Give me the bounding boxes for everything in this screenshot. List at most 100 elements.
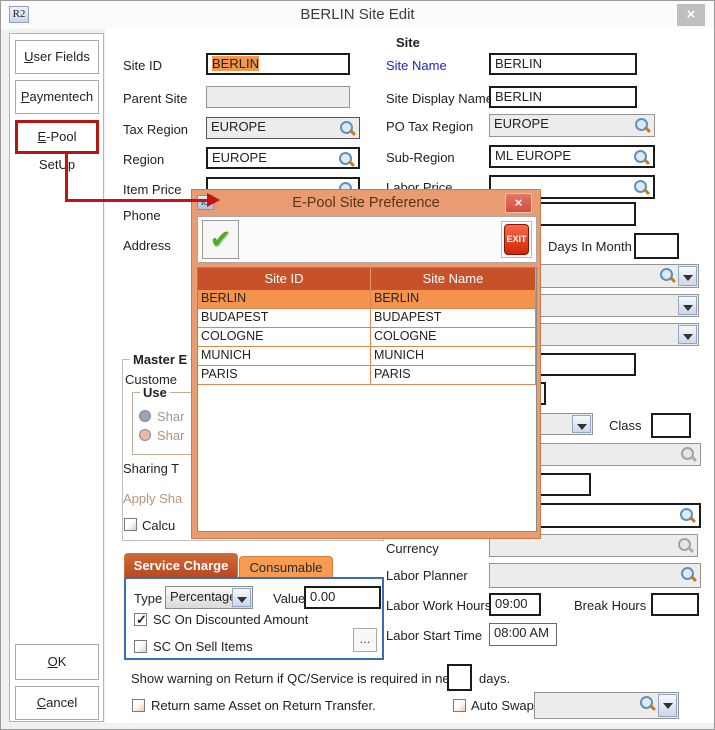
table-row[interactable]: COLOGNE COLOGNE — [198, 328, 536, 347]
search-icon — [680, 446, 697, 463]
warning-days-input[interactable] — [447, 664, 472, 691]
site-name-input[interactable]: BERLIN — [489, 53, 637, 75]
exit-button[interactable]: EXIT — [501, 221, 532, 258]
calculate-checkbox[interactable] — [124, 518, 137, 531]
parent-site-label: Parent Site — [123, 91, 187, 106]
site-name-cell: BERLIN — [371, 290, 536, 308]
chevron-down-icon[interactable] — [572, 415, 591, 433]
labor-start-time-label: Labor Start Time — [386, 628, 482, 643]
search-icon[interactable] — [639, 695, 656, 712]
close-icon[interactable]: × — [677, 4, 705, 26]
address-label: Address — [123, 238, 171, 253]
tax-region-label: Tax Region — [123, 122, 188, 137]
more-options-button[interactable]: ... — [353, 628, 377, 652]
labor-planner-label: Labor Planner — [386, 568, 468, 583]
table-header-row: Site ID Site Name — [198, 268, 536, 290]
popup-close-icon[interactable]: × — [505, 193, 532, 213]
share-radio-2[interactable] — [139, 429, 151, 441]
search-icon[interactable] — [633, 149, 650, 166]
share-radio-1-label: Shar — [157, 409, 184, 424]
search-icon[interactable] — [634, 117, 651, 134]
tab-service-charge[interactable]: Service Charge — [124, 553, 238, 578]
region-label: Region — [123, 152, 164, 167]
cancel-button[interactable]: Cancel — [15, 686, 99, 720]
tax-region-input[interactable]: EUROPE — [206, 117, 360, 139]
tab-consumable[interactable]: Consumable — [239, 556, 333, 578]
site-name-column-header[interactable]: Site Name — [371, 268, 536, 290]
sc-sell-items-checkbox[interactable] — [134, 640, 147, 653]
labor-planner-input[interactable] — [489, 563, 701, 588]
parent-site-input[interactable] — [206, 86, 350, 108]
days-in-month-label: Days In Month — [548, 239, 632, 254]
paymentech-label: aymentech — [30, 89, 94, 104]
ok-label: K — [58, 654, 67, 669]
table-row[interactable]: BUDAPEST BUDAPEST — [198, 309, 536, 328]
search-icon[interactable] — [679, 507, 696, 524]
value-label: Value — [273, 591, 305, 606]
site-id-column-header[interactable]: Site ID — [198, 268, 371, 290]
return-same-asset-checkbox[interactable] — [132, 699, 145, 712]
user-fields-button[interactable]: User Fields — [15, 40, 99, 74]
chevron-down-icon[interactable] — [658, 694, 677, 717]
sub-region-input[interactable]: ML EUROPE — [489, 145, 655, 168]
chevron-down-icon[interactable] — [678, 296, 697, 315]
labor-work-hours-input[interactable]: 09:00 — [489, 593, 541, 616]
site-edit-window: R2 BERLIN Site Edit × User Fields Paymen… — [0, 0, 715, 730]
epool-setup-button[interactable]: E-Pool SetUp — [15, 120, 99, 154]
search-icon[interactable] — [633, 179, 650, 196]
labor-work-hours-value: 09:00 — [495, 596, 528, 611]
sub-region-label: Sub-Region — [386, 150, 455, 165]
accept-button[interactable]: ✔ — [202, 220, 239, 259]
table-row[interactable]: MUNICH MUNICH — [198, 347, 536, 366]
break-hours-input[interactable] — [651, 593, 699, 616]
annotation-arrow-line — [65, 199, 209, 202]
site-id-value: BERLIN — [212, 56, 259, 71]
region-value: EUROPE — [212, 150, 267, 165]
sidebar-panel: User Fields Paymentech E-Pool SetUp OK C… — [9, 33, 104, 722]
site-table: Site ID Site Name BERLIN BERLIN BUDAPEST… — [197, 267, 537, 532]
chevron-down-icon[interactable] — [232, 588, 251, 607]
phone-label: Phone — [123, 208, 161, 223]
table-row[interactable]: BERLIN BERLIN — [198, 290, 536, 309]
annotation-arrow-head — [207, 193, 220, 207]
paymentech-button[interactable]: Paymentech — [15, 80, 99, 114]
site-name-cell: MUNICH — [371, 347, 536, 365]
use-group-legend: Use — [140, 385, 170, 400]
chevron-down-icon[interactable] — [678, 325, 697, 344]
value-text: 0.00 — [310, 589, 335, 604]
site-name-value: BERLIN — [495, 56, 542, 71]
region-input[interactable]: EUROPE — [206, 147, 360, 169]
popup-toolbar: ✔ EXIT — [197, 216, 537, 263]
value-input[interactable]: 0.00 — [304, 586, 381, 609]
chevron-down-icon[interactable] — [678, 266, 697, 286]
days-in-month-input[interactable] — [634, 233, 679, 259]
epool-mnemonic: E — [37, 129, 46, 144]
auto-swap-combo[interactable] — [534, 692, 679, 719]
labor-start-time-input[interactable]: 08:00 AM — [489, 623, 557, 646]
labor-start-time-value: 08:00 AM — [494, 625, 549, 640]
search-icon[interactable] — [338, 151, 355, 168]
class-input[interactable] — [651, 413, 691, 438]
auto-swap-checkbox[interactable] — [453, 699, 466, 712]
table-row[interactable]: PARIS PARIS — [198, 366, 536, 385]
sc-discounted-checkbox[interactable] — [134, 613, 147, 626]
site-id-cell: COLOGNE — [198, 328, 371, 346]
site-id-input[interactable]: BERLIN — [206, 53, 350, 75]
site-id-cell: MUNICH — [198, 347, 371, 365]
search-icon[interactable] — [680, 566, 697, 583]
share-radio-1[interactable] — [139, 410, 151, 422]
po-tax-region-input[interactable]: EUROPE — [489, 114, 655, 137]
site-name-cell: BUDAPEST — [371, 309, 536, 327]
return-warning-label: Show warning on Return if QC/Service is … — [131, 671, 460, 686]
ok-button[interactable]: OK — [15, 644, 99, 680]
site-id-label: Site ID — [123, 58, 162, 73]
site-name-cell: COLOGNE — [371, 328, 536, 346]
site-display-name-label: Site Display Name — [386, 91, 493, 106]
search-icon[interactable] — [339, 120, 356, 137]
type-dropdown[interactable]: Percentage — [165, 586, 253, 609]
site-display-name-input[interactable]: BERLIN — [489, 86, 637, 108]
search-icon[interactable] — [659, 267, 676, 284]
search-icon — [677, 537, 694, 554]
user-fields-label: ser Fields — [34, 49, 90, 64]
window-title: BERLIN Site Edit — [1, 6, 714, 23]
